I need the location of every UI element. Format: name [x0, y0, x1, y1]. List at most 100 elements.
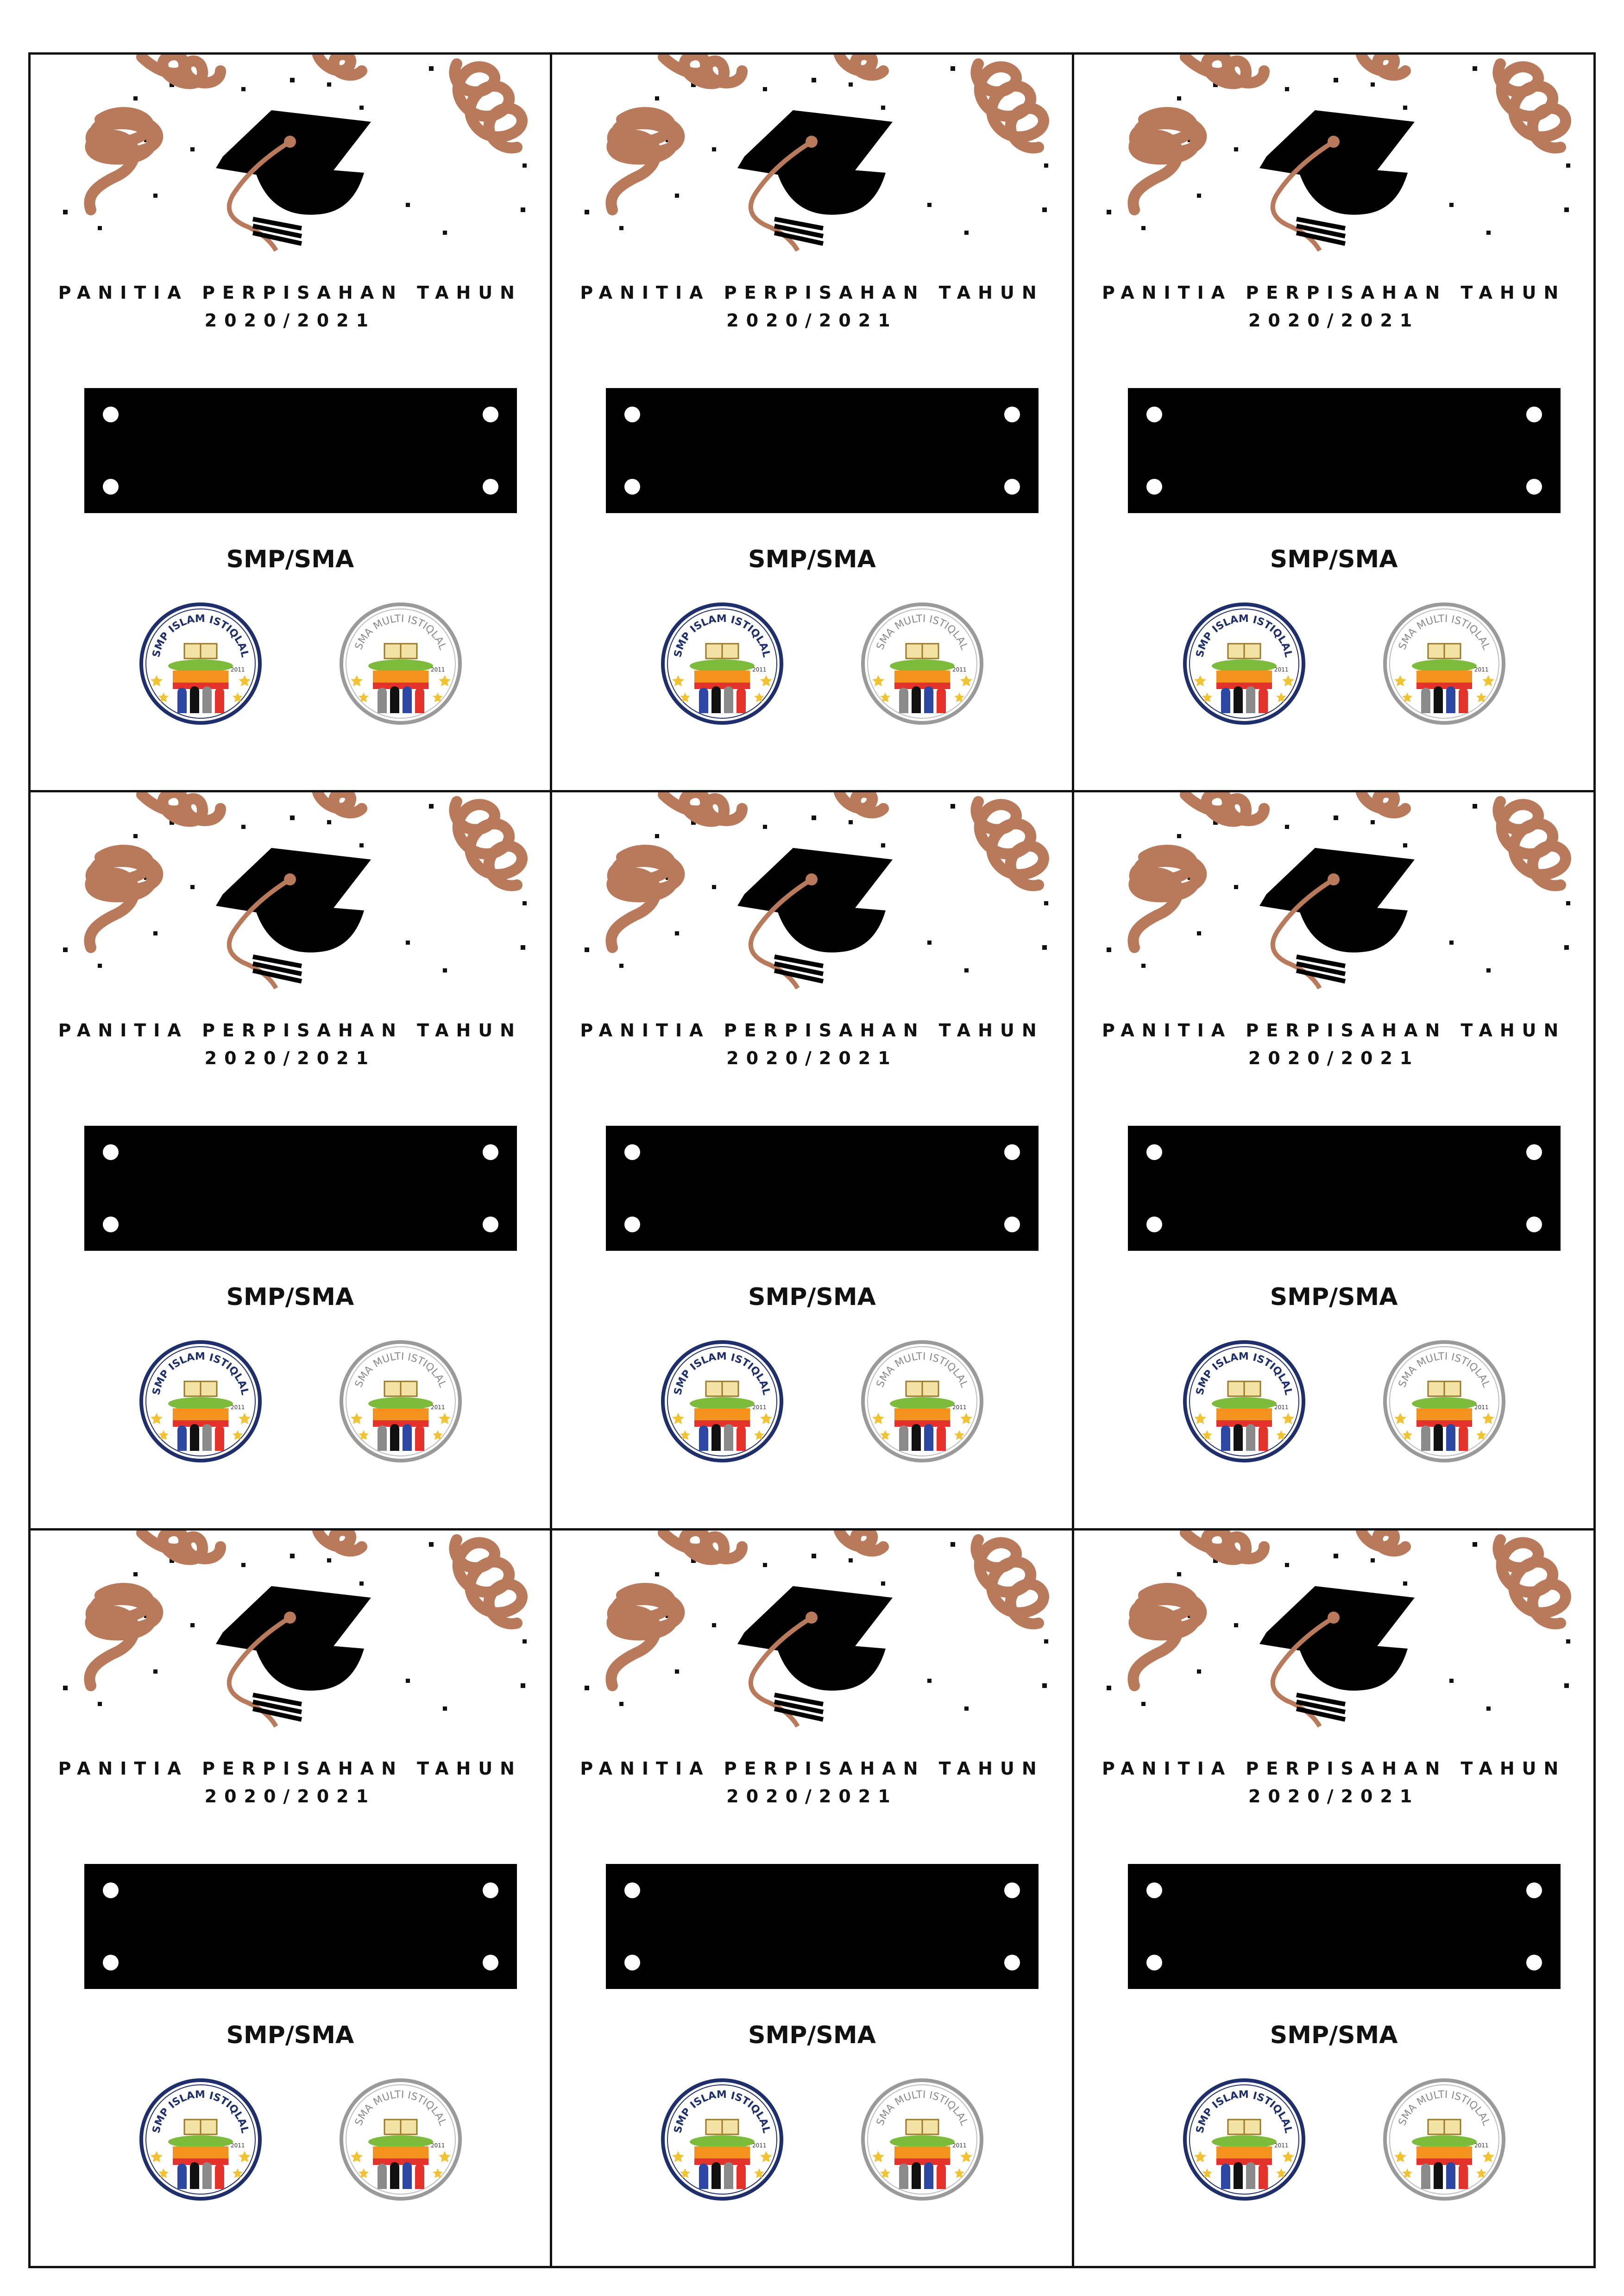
plate-hole	[1526, 1144, 1542, 1161]
logo-year: 2011	[431, 2142, 445, 2149]
name-plate	[1127, 1863, 1561, 1989]
plate-hole	[1146, 1144, 1162, 1161]
plate-hole	[1146, 1217, 1162, 1233]
graduation-decoration	[31, 792, 550, 1033]
school-logo-icon: SMA MULTI ISTIQLAL 2011	[1382, 2077, 1507, 2202]
plate-hole	[1004, 1144, 1020, 1161]
plate-hole	[624, 406, 641, 422]
committee-title: PANITIA PERPISAHAN TAHUN	[580, 1020, 1044, 1041]
school-logo-icon: SMA MULTI ISTIQLAL 2011	[338, 601, 463, 726]
logo-year: 2011	[752, 666, 767, 673]
school-level: SMP/SMA	[226, 1283, 354, 1311]
logo-year: 2011	[231, 1404, 245, 1411]
school-logo-icon: SMP ISLAM ISTIQLAL 2011	[1182, 1339, 1307, 1464]
logo-year: 2011	[231, 2142, 245, 2149]
logo-year: 2011	[1474, 1404, 1489, 1411]
committee-title: PANITIA PERPISAHAN TAHUN	[58, 282, 522, 303]
graduation-decoration	[552, 54, 1072, 295]
school-logo-icon: SMA MULTI ISTIQLAL 2011	[860, 1339, 985, 1464]
school-level: SMP/SMA	[1270, 545, 1398, 573]
plate-hole	[624, 1217, 641, 1233]
plate-hole	[482, 1954, 498, 1970]
committee-title: PANITIA PERPISAHAN TAHUN	[580, 1758, 1044, 1779]
plate-hole	[1004, 1954, 1020, 1970]
school-logo-icon: SMA MULTI ISTIQLAL 2011	[860, 2077, 985, 2202]
plate-hole	[1526, 406, 1542, 422]
name-tag-sheet: PANITIA PERPISAHAN TAHUN 2020/2021 SMP/S…	[28, 52, 1596, 2269]
plate-hole	[1004, 1882, 1020, 1898]
school-logo-icon: SMP ISLAM ISTIQLAL 2011	[660, 2077, 785, 2202]
committee-year: 2020/2021	[1248, 1786, 1420, 1807]
plate-hole	[102, 406, 119, 422]
graduation-cap-icon	[737, 848, 893, 990]
logo-year: 2011	[1474, 666, 1489, 673]
plate-hole	[1526, 1217, 1542, 1233]
graduation-decoration	[1074, 1530, 1594, 1771]
name-plate	[1127, 1126, 1561, 1251]
graduation-cap-icon	[215, 110, 371, 252]
name-plate	[84, 388, 517, 513]
committee-title: PANITIA PERPISAHAN TAHUN	[580, 282, 1044, 303]
committee-year: 2020/2021	[204, 1048, 376, 1069]
plate-hole	[1526, 478, 1542, 495]
plate-hole	[1146, 478, 1162, 495]
logo-year: 2011	[1274, 1404, 1289, 1411]
logo-year: 2011	[431, 1404, 445, 1411]
logo-year: 2011	[1274, 666, 1289, 673]
name-tag-card: PANITIA PERPISAHAN TAHUN 2020/2021 SMP/S…	[28, 1528, 553, 2269]
graduation-decoration	[552, 792, 1072, 1033]
plate-hole	[1004, 406, 1020, 422]
school-logo-icon: SMA MULTI ISTIQLAL 2011	[860, 601, 985, 726]
school-level: SMP/SMA	[748, 1283, 876, 1311]
committee-year: 2020/2021	[726, 310, 898, 331]
logo-year: 2011	[952, 1404, 967, 1411]
school-logo-icon: SMP ISLAM ISTIQLAL 2011	[138, 1339, 263, 1464]
school-logo-icon: SMA MULTI ISTIQLAL 2011	[338, 2077, 463, 2202]
committee-title: PANITIA PERPISAHAN TAHUN	[1102, 1758, 1566, 1779]
name-tag-card: PANITIA PERPISAHAN TAHUN 2020/2021 SMP/S…	[550, 790, 1074, 1531]
school-logo-icon: SMA MULTI ISTIQLAL 2011	[1382, 1339, 1507, 1464]
logo-year: 2011	[952, 666, 967, 673]
plate-hole	[102, 478, 119, 495]
plate-hole	[1146, 1954, 1162, 1970]
name-tag-card: PANITIA PERPISAHAN TAHUN 2020/2021 SMP/S…	[1071, 790, 1596, 1531]
school-logo-icon: SMA MULTI ISTIQLAL 2011	[338, 1339, 463, 1464]
logo-year: 2011	[952, 2142, 967, 2149]
committee-year: 2020/2021	[1248, 310, 1420, 331]
plate-hole	[482, 406, 498, 422]
school-logo-icon: SMP ISLAM ISTIQLAL 2011	[138, 2077, 263, 2202]
name-plate	[606, 1126, 1039, 1251]
school-logo-icon: SMP ISLAM ISTIQLAL 2011	[1182, 2077, 1307, 2202]
school-logo-icon: SMP ISLAM ISTIQLAL 2011	[660, 1339, 785, 1464]
name-tag-card: PANITIA PERPISAHAN TAHUN 2020/2021 SMP/S…	[28, 52, 553, 793]
committee-year: 2020/2021	[204, 310, 376, 331]
committee-title: PANITIA PERPISAHAN TAHUN	[58, 1020, 522, 1041]
plate-hole	[624, 1144, 641, 1161]
plate-hole	[482, 1144, 498, 1161]
name-tag-card: PANITIA PERPISAHAN TAHUN 2020/2021 SMP/S…	[28, 790, 553, 1531]
name-plate	[1127, 388, 1561, 513]
graduation-decoration	[31, 1530, 550, 1771]
name-plate	[84, 1863, 517, 1989]
logo-year: 2011	[431, 666, 445, 673]
logo-year: 2011	[1474, 2142, 1489, 2149]
graduation-decoration	[1074, 54, 1594, 295]
plate-hole	[482, 1882, 498, 1898]
committee-title: PANITIA PERPISAHAN TAHUN	[1102, 282, 1566, 303]
logo-year: 2011	[231, 666, 245, 673]
committee-title: PANITIA PERPISAHAN TAHUN	[1102, 1020, 1566, 1041]
plate-hole	[482, 1217, 498, 1233]
graduation-cap-icon	[1259, 110, 1415, 252]
plate-hole	[102, 1882, 119, 1898]
plate-hole	[624, 478, 641, 495]
plate-hole	[102, 1217, 119, 1233]
logo-year: 2011	[752, 1404, 767, 1411]
committee-year: 2020/2021	[204, 1786, 376, 1807]
logo-year: 2011	[1274, 2142, 1289, 2149]
logo-year: 2011	[752, 2142, 767, 2149]
plate-hole	[102, 1954, 119, 1970]
plate-hole	[102, 1144, 119, 1161]
graduation-decoration	[1074, 792, 1594, 1033]
name-tag-card: PANITIA PERPISAHAN TAHUN 2020/2021 SMP/S…	[1071, 1528, 1596, 2269]
school-level: SMP/SMA	[1270, 1283, 1398, 1311]
